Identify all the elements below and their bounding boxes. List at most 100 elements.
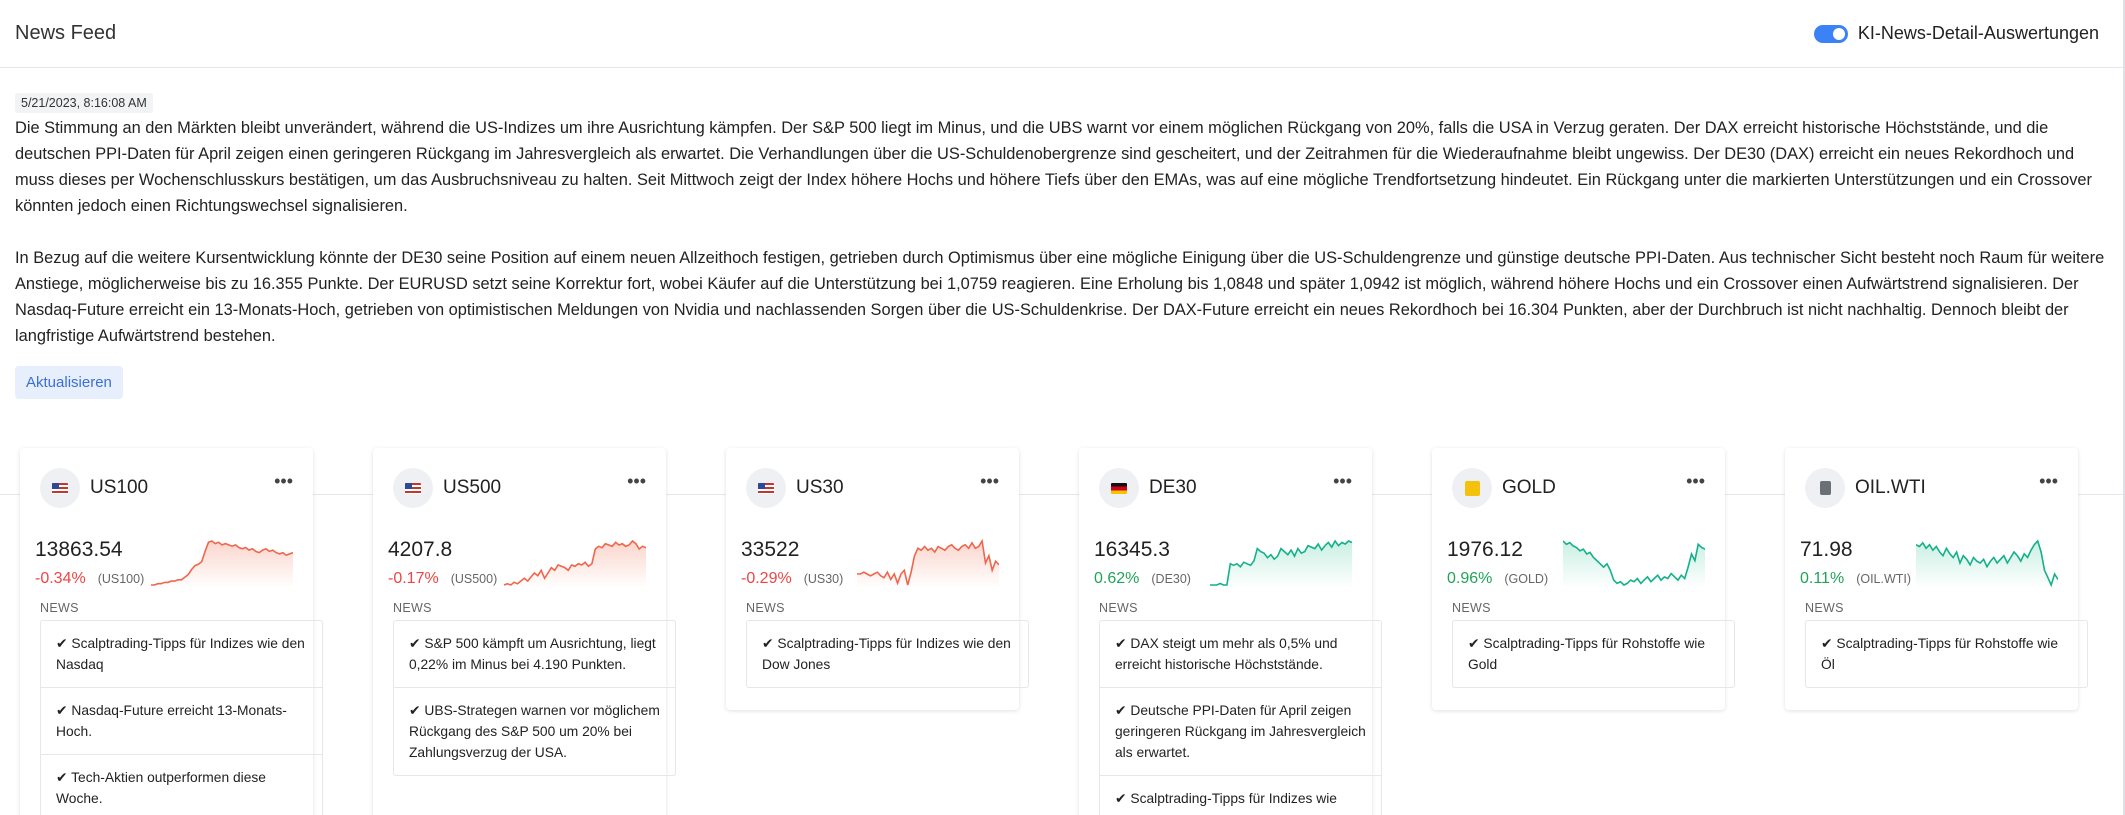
- symbol-name: DE30: [1149, 477, 1197, 498]
- us-flag-icon: [405, 482, 421, 494]
- news-item[interactable]: ✔ UBS-Strategen warnen vor möglichem Rüc…: [394, 687, 675, 775]
- news-label: NEWS: [1099, 601, 1138, 615]
- card-header: US30 •••: [746, 468, 999, 508]
- news-item[interactable]: ✔ Scalptrading-Tipps für Indizes wie: [1100, 775, 1381, 815]
- toggle-label: KI-News-Detail-Auswertungen: [1857, 23, 2099, 43]
- news-item-text: Scalptrading-Tipps für Indizes wie den N…: [56, 636, 305, 672]
- symbol-name: US500: [443, 477, 502, 498]
- card-header: US500 •••: [393, 468, 646, 508]
- oil-barrel-icon: [1819, 481, 1831, 495]
- symbol-icon: [746, 468, 786, 508]
- symbol-change: -0.17% (US500): [388, 570, 497, 588]
- symbol-icon: [1805, 468, 1845, 508]
- ki-detail-toggle[interactable]: KI-News-Detail-Auswertungen: [1813, 23, 2099, 44]
- news-item-text: Nasdaq-Future erreicht 13-Monats-Hoch.: [56, 703, 287, 739]
- more-options-icon[interactable]: •••: [980, 472, 999, 490]
- gold-bar-icon: [1464, 480, 1480, 496]
- news-label: NEWS: [393, 601, 432, 615]
- news-item[interactable]: ✔ DAX steigt um mehr als 0,5% und erreic…: [1100, 621, 1381, 687]
- news-item[interactable]: ✔ Scalptrading-Tipps für Rohstoffe wie Ö…: [1806, 621, 2087, 687]
- us-flag-icon: [52, 482, 68, 494]
- price-sparkline: [857, 538, 999, 588]
- news-item[interactable]: ✔ Scalptrading-Tipps für Indizes wie den…: [747, 621, 1028, 687]
- news-item-text: Scalptrading-Tipps für Indizes wie: [1130, 791, 1337, 806]
- symbol-price: 16345.3: [1094, 538, 1170, 561]
- symbol-price: 1976.12: [1447, 538, 1523, 561]
- instrument-card-de30[interactable]: DE30 ••• 16345.3 0.62% (DE30) NEWS ✔ DAX steig…: [1079, 448, 1382, 815]
- symbol-change: 0.96% (GOLD): [1447, 570, 1548, 588]
- news-item[interactable]: ✔ Deutsche PPI-Daten für April zeigen ge…: [1100, 687, 1381, 775]
- news-item[interactable]: ✔ S&P 500 kämpft um Ausrichtung, liegt 0…: [394, 621, 675, 687]
- change-percent: 0.11%: [1800, 570, 1845, 587]
- change-percent: -0.17%: [388, 570, 439, 587]
- toggle-switch[interactable]: [1813, 24, 1848, 43]
- news-item[interactable]: ✔ Tech-Aktien outperformen diese Woche.: [41, 754, 322, 815]
- ticker-code: (DE30): [1151, 572, 1191, 586]
- symbol-price: 71.98: [1800, 538, 1853, 561]
- more-options-icon[interactable]: •••: [274, 472, 293, 490]
- news-label: NEWS: [746, 601, 785, 615]
- checkmark-icon: ✔: [1821, 636, 1837, 651]
- symbol-price: 4207.8: [388, 538, 453, 561]
- instrument-card-us30[interactable]: US30 ••• 33522 -0.29% (US30) NEWS ✔ Scalptradi…: [726, 448, 1029, 710]
- price-sparkline: [504, 539, 646, 588]
- price-sparkline: [151, 540, 293, 588]
- price-sparkline: [1210, 539, 1352, 588]
- more-options-icon[interactable]: •••: [627, 472, 646, 490]
- instrument-card-us500[interactable]: US500 ••• 4207.8 -0.17% (US500) NEWS ✔ S&P 500…: [373, 448, 676, 815]
- toggle-knob: [1832, 27, 1845, 40]
- news-list: ✔ DAX steigt um mehr als 0,5% und erreic…: [1099, 620, 1382, 815]
- card-header: OIL.WTI •••: [1805, 468, 2058, 508]
- checkmark-icon: ✔: [1115, 791, 1131, 806]
- summary-timestamp: 5/21/2023, 8:16:08 AM: [15, 93, 153, 113]
- instrument-card-oil-wti[interactable]: OIL.WTI ••• 71.98 0.11% (OIL.WTI) NEWS ✔ Scalp…: [1785, 448, 2088, 710]
- summary-paragraph-2: In Bezug auf die weitere Kursentwicklung…: [15, 249, 2105, 345]
- news-list: ✔ Scalptrading-Tipps für Indizes wie den…: [746, 620, 1029, 688]
- more-options-icon[interactable]: •••: [1333, 472, 1352, 490]
- news-item-text: Scalptrading-Tipps für Rohstoffe wie Öl: [1821, 636, 2059, 672]
- checkmark-icon: ✔: [1115, 703, 1131, 718]
- news-label: NEWS: [1452, 601, 1491, 615]
- symbol-price: 13863.54: [35, 538, 123, 561]
- page-header: News Feed KI-News-Detail-Auswertungen: [0, 0, 2125, 68]
- ticker-code: (US100): [97, 572, 145, 586]
- news-item-text: Tech-Aktien outperformen diese Woche.: [56, 770, 266, 806]
- ticker-code: (GOLD): [1504, 572, 1549, 586]
- more-options-icon[interactable]: •••: [1686, 472, 1705, 490]
- checkmark-icon: ✔: [409, 703, 425, 718]
- news-label: NEWS: [1805, 601, 1844, 615]
- news-item[interactable]: ✔ Scalptrading-Tipps für Rohstoffe wie G…: [1453, 621, 1734, 687]
- price-sparkline: [1563, 540, 1705, 588]
- price-sparkline: [1916, 539, 2058, 588]
- more-options-icon[interactable]: •••: [2039, 472, 2058, 490]
- news-feed-page: News Feed KI-News-Detail-Auswertungen 5/…: [0, 0, 2125, 815]
- checkmark-icon: ✔: [56, 703, 72, 718]
- news-label: NEWS: [40, 601, 79, 615]
- instrument-card-us100[interactable]: US100 ••• 13863.54 -0.34% (US100) NEWS ✔ Scalp…: [20, 448, 323, 815]
- symbol-icon: [393, 468, 433, 508]
- news-list: ✔ Scalptrading-Tipps für Rohstoffe wie G…: [1452, 620, 1735, 688]
- symbol-icon: [1452, 468, 1492, 508]
- refresh-button[interactable]: Aktualisieren: [15, 366, 123, 399]
- summary-paragraph-1: Die Stimmung an den Märkten bleibt unver…: [15, 119, 2092, 215]
- news-item[interactable]: ✔ Scalptrading-Tipps für Indizes wie den…: [41, 621, 322, 687]
- checkmark-icon: ✔: [56, 636, 72, 651]
- checkmark-icon: ✔: [762, 636, 778, 651]
- page-title: News Feed: [15, 22, 117, 44]
- checkmark-icon: ✔: [1115, 636, 1131, 651]
- checkmark-icon: ✔: [409, 636, 425, 651]
- symbol-name: GOLD: [1502, 477, 1556, 498]
- news-item-text: UBS-Strategen warnen vor möglichem Rückg…: [409, 703, 660, 760]
- news-item[interactable]: ✔ Nasdaq-Future erreicht 13-Monats-Hoch.: [41, 687, 322, 754]
- checkmark-icon: ✔: [56, 770, 72, 785]
- news-item-text: S&P 500 kämpft um Ausrichtung, liegt 0,2…: [409, 636, 656, 672]
- news-item-text: Scalptrading-Tipps für Rohstoffe wie Gol…: [1468, 636, 1706, 672]
- instrument-card-gold[interactable]: GOLD ••• 1976.12 0.96% (GOLD) NEWS ✔ Scalptrad…: [1432, 448, 1735, 710]
- symbol-price: 33522: [741, 538, 800, 561]
- symbol-change: 0.62% (DE30): [1094, 570, 1191, 588]
- news-list: ✔ Scalptrading-Tipps für Indizes wie den…: [40, 620, 323, 815]
- symbol-icon: [1099, 468, 1139, 508]
- change-percent: 0.62%: [1094, 570, 1140, 587]
- card-header: US100 •••: [40, 468, 293, 508]
- ticker-code: (US30): [803, 572, 844, 586]
